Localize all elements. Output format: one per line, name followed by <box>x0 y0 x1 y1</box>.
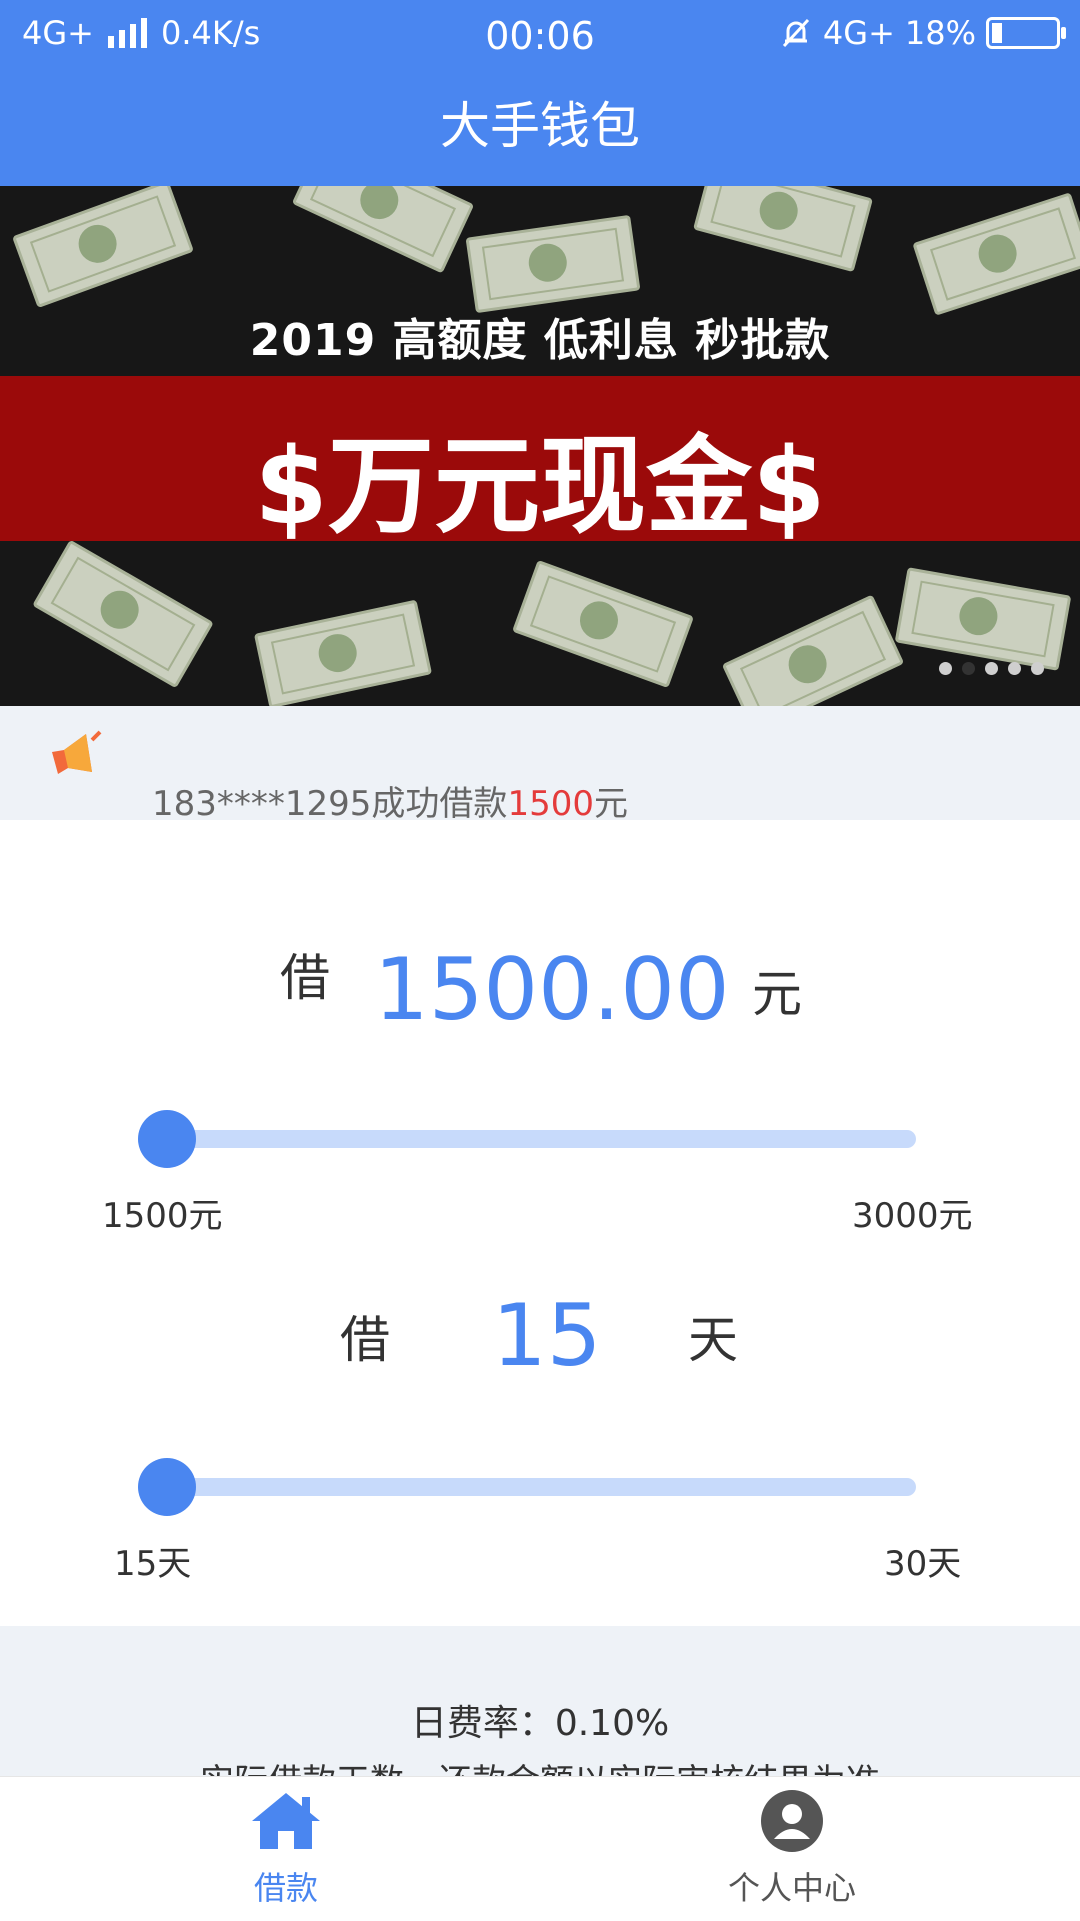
nav-item-profile[interactable]: 个人中心 <box>642 1789 942 1909</box>
status-bar: 4G+ 0.4K/s 00:06 4G+ 18% <box>0 0 1080 80</box>
days-slider-track[interactable] <box>140 1478 916 1496</box>
notice-amount: 1500 <box>507 784 594 824</box>
nav-item-loan[interactable]: 借款 <box>136 1789 436 1909</box>
amount-unit: 元 <box>752 965 802 1023</box>
carousel-dot[interactable] <box>1008 662 1021 675</box>
days-value: 15 <box>492 1286 602 1386</box>
nav-label-profile: 个人中心 <box>727 1869 856 1907</box>
bottom-nav: 借款 个人中心 <box>0 1776 1080 1921</box>
carousel-dot[interactable] <box>962 662 975 675</box>
home-icon <box>252 1793 320 1849</box>
amount-label: 借 <box>280 949 330 1007</box>
promo-banner[interactable]: 2019 高额度 低利息 秒批款 $万元现金$ <box>0 186 1080 706</box>
notice-suffix: 元 <box>593 784 628 824</box>
amount-value: 1500.00 <box>374 940 730 1040</box>
battery-icon <box>986 17 1066 49</box>
loan-notice-bar: 183****1295成功借款1500元 <box>0 706 1080 824</box>
amount-max-label: 3000元 <box>852 1196 973 1236</box>
network-type-right: 4G+ <box>822 14 895 52</box>
amount-min-label: 1500元 <box>102 1196 223 1236</box>
mute-bell-icon <box>782 18 810 48</box>
money-decoration <box>291 186 475 274</box>
user-icon <box>761 1790 823 1852</box>
days-label: 借 <box>340 1311 390 1369</box>
app-header: 4G+ 0.4K/s 00:06 4G+ 18% 大手钱包 <box>0 0 1080 186</box>
rate-info: 日费率：0.10% 实际借款天数、还款金额以实际审核结果为准 <box>0 1626 1080 1802</box>
money-decoration <box>912 192 1080 316</box>
notice-text: 183****1295成功借款1500元 <box>152 776 628 825</box>
days-min-label: 15天 <box>114 1544 192 1584</box>
money-decoration <box>721 594 905 706</box>
money-decoration <box>692 186 874 273</box>
page-title: 大手钱包 <box>440 97 640 155</box>
carousel-dot[interactable] <box>985 662 998 675</box>
carousel-dots[interactable] <box>939 662 1044 675</box>
money-decoration <box>512 559 694 689</box>
notice-prefix: 183****1295成功借款 <box>152 784 508 824</box>
days-max-label: 30天 <box>884 1544 962 1584</box>
daily-rate: 日费率：0.10% <box>410 1703 670 1744</box>
money-decoration <box>253 599 433 706</box>
money-decoration <box>12 186 194 309</box>
nav-label-loan: 借款 <box>253 1869 318 1907</box>
banner-subtitle: 2019 高额度 低利息 秒批款 <box>249 315 831 366</box>
amount-slider-handle[interactable] <box>138 1110 196 1168</box>
speaker-icon <box>52 730 102 774</box>
days-slider-handle[interactable] <box>138 1458 196 1516</box>
carousel-dot[interactable] <box>939 662 952 675</box>
banner-headline: $万元现金$ <box>254 425 826 548</box>
money-decoration <box>32 539 214 689</box>
carousel-dot[interactable] <box>1031 662 1044 675</box>
battery-percent: 18% <box>904 14 976 52</box>
status-right: 4G+ 18% <box>779 14 1066 52</box>
amount-slider[interactable] <box>138 1110 916 1168</box>
days-unit: 天 <box>688 1311 738 1369</box>
money-decoration <box>894 567 1072 671</box>
days-slider[interactable] <box>138 1458 916 1516</box>
money-decoration <box>465 214 641 314</box>
amount-slider-track[interactable] <box>140 1130 916 1148</box>
